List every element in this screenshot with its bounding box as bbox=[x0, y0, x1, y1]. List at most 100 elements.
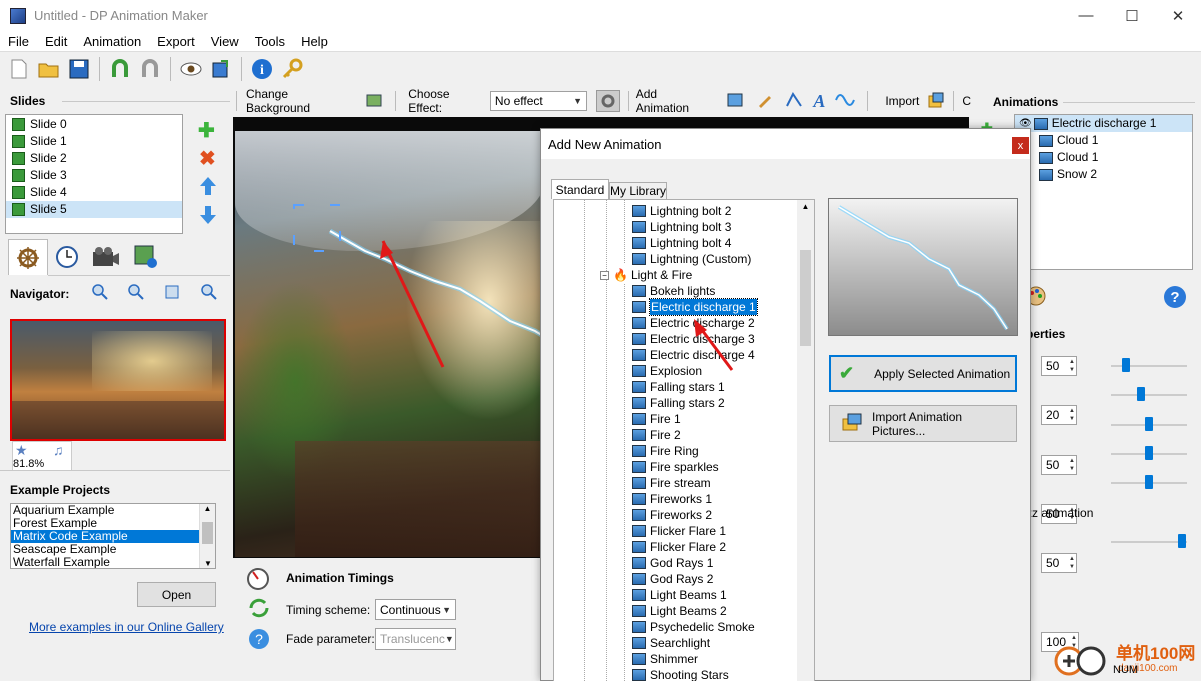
zoom-out-icon[interactable] bbox=[128, 284, 144, 303]
animation-item[interactable]: Snow 2 bbox=[1015, 166, 1192, 183]
slide-item[interactable]: Slide 0 bbox=[6, 116, 182, 133]
brush-icon[interactable] bbox=[757, 92, 773, 111]
slide-item-selected[interactable]: Slide 5 bbox=[6, 201, 182, 218]
delete-slide-icon[interactable]: ✖ bbox=[199, 146, 216, 171]
export-icon[interactable] bbox=[208, 56, 234, 82]
tree-item[interactable]: Fire sparkles bbox=[632, 459, 757, 475]
tree-item[interactable]: Fire 1 bbox=[632, 411, 757, 427]
tree-item[interactable]: Bokeh lights bbox=[632, 283, 757, 299]
slider-thumb[interactable] bbox=[1122, 358, 1130, 372]
tree-item[interactable]: Flicker Flare 1 bbox=[632, 523, 757, 539]
info-icon[interactable]: i bbox=[249, 56, 275, 82]
menu-file[interactable]: File bbox=[0, 34, 37, 49]
tree-category-light-fire[interactable]: − 🔥 Light & Fire bbox=[600, 267, 692, 283]
scroll-thumb[interactable] bbox=[800, 250, 811, 346]
property-value-field[interactable]: 50 ▲ ▼ bbox=[1041, 553, 1077, 573]
slide-item[interactable]: Slide 1 bbox=[6, 133, 182, 150]
tree-item[interactable]: Psychedelic Smoke bbox=[632, 619, 757, 635]
move-up-icon[interactable] bbox=[199, 176, 217, 199]
tree-item[interactable]: Lightning bolt 3 bbox=[632, 219, 751, 235]
preview-eye-icon[interactable] bbox=[178, 56, 204, 82]
save-icon[interactable] bbox=[66, 56, 92, 82]
image-info-icon[interactable] bbox=[134, 245, 158, 272]
tree-item[interactable]: Explosion bbox=[632, 363, 757, 379]
slider-thumb[interactable] bbox=[1145, 446, 1153, 460]
import-icon[interactable] bbox=[928, 92, 944, 111]
add-slide-icon[interactable]: ✚ bbox=[198, 118, 215, 143]
scroll-up-icon[interactable]: ▲ bbox=[797, 202, 814, 211]
tree-item[interactable]: Fire 2 bbox=[632, 427, 757, 443]
apply-selected-animation-button[interactable]: ✔ Apply Selected Animation bbox=[829, 355, 1017, 392]
property-value-field[interactable]: 50 ▲ ▼ bbox=[1041, 356, 1077, 376]
zoom-in-icon[interactable] bbox=[92, 284, 108, 303]
dialog-close-button[interactable]: x bbox=[1012, 137, 1029, 154]
path-tool-icon[interactable] bbox=[785, 91, 803, 111]
slider-thumb[interactable] bbox=[1145, 417, 1153, 431]
effect-select[interactable]: No effect ▼ bbox=[489, 91, 587, 111]
tree-item[interactable]: Fireworks 2 bbox=[632, 507, 757, 523]
change-background-icon[interactable] bbox=[366, 92, 382, 111]
tree-item[interactable]: Falling stars 2 bbox=[632, 395, 757, 411]
slide-item[interactable]: Slide 3 bbox=[6, 167, 182, 184]
animation-item[interactable]: Cloud 1 bbox=[1015, 149, 1192, 166]
tree-item[interactable]: Lightning bolt 4 bbox=[632, 235, 751, 251]
tree-item[interactable]: God Rays 1 bbox=[632, 555, 757, 571]
tree-item[interactable]: Fire stream bbox=[632, 475, 757, 491]
tree-item[interactable]: Fire Ring bbox=[632, 443, 757, 459]
menu-tools[interactable]: Tools bbox=[247, 34, 293, 49]
example-item[interactable]: Waterfall Example bbox=[11, 556, 215, 569]
tree-item[interactable]: Lightning bolt 2 bbox=[632, 203, 751, 219]
zoom-actual-icon[interactable] bbox=[201, 284, 217, 303]
key-icon[interactable] bbox=[279, 56, 305, 82]
canvas-image[interactable] bbox=[235, 131, 545, 557]
help-icon[interactable]: ? bbox=[248, 628, 270, 653]
slider-thumb[interactable] bbox=[1178, 534, 1186, 548]
menu-edit[interactable]: Edit bbox=[37, 34, 75, 49]
tab-standard[interactable]: Standard bbox=[551, 179, 609, 199]
property-value-field[interactable]: 50 ▲ ▼ bbox=[1041, 455, 1077, 475]
tree-item[interactable]: Light Beams 1 bbox=[632, 587, 757, 603]
timing-scheme-select[interactable]: Continuous ▼ bbox=[375, 599, 456, 620]
scroll-down-icon[interactable]: ▼ bbox=[200, 559, 215, 568]
tab-navigator[interactable] bbox=[8, 239, 48, 275]
spin-arrows-icon[interactable]: ▲ ▼ bbox=[1069, 555, 1075, 571]
animation-item-selected[interactable]: 👁 Electric discharge 1 bbox=[1015, 115, 1192, 132]
tree-item[interactable]: God Rays 2 bbox=[632, 571, 757, 587]
examples-scrollbar[interactable]: ▲ ▼ bbox=[199, 504, 215, 568]
minimize-button[interactable]: — bbox=[1063, 0, 1109, 31]
tree-item[interactable]: Shooting Stars bbox=[632, 667, 757, 681]
animation-item[interactable]: Cloud 1 bbox=[1015, 132, 1192, 149]
maximize-button[interactable]: ☐ bbox=[1109, 0, 1155, 31]
slide-item[interactable]: Slide 4 bbox=[6, 184, 182, 201]
close-button[interactable]: ✕ bbox=[1155, 0, 1201, 31]
property-slider[interactable] bbox=[1111, 541, 1187, 543]
tree-item[interactable]: Light Beams 2 bbox=[632, 603, 757, 619]
new-file-icon[interactable] bbox=[6, 56, 32, 82]
property-slider[interactable] bbox=[1111, 394, 1187, 396]
scroll-up-icon[interactable]: ▲ bbox=[200, 504, 215, 513]
tab-my-library[interactable]: My Library bbox=[609, 182, 667, 199]
properties-help-icon[interactable]: ? bbox=[1163, 285, 1187, 312]
fit-window-icon[interactable] bbox=[164, 284, 180, 303]
menu-animation[interactable]: Animation bbox=[75, 34, 149, 49]
tree-item-selected[interactable]: Electric discharge 1 bbox=[632, 298, 758, 316]
slide-item[interactable]: Slide 2 bbox=[6, 150, 182, 167]
animations-list[interactable]: 👁 Electric discharge 1 Cloud 1 Cloud 1 Sn… bbox=[1014, 114, 1193, 270]
collapse-icon[interactable]: − bbox=[600, 270, 609, 280]
property-value-field[interactable]: 20 ▲ ▼ bbox=[1041, 405, 1077, 425]
slider-thumb[interactable] bbox=[1137, 387, 1145, 401]
open-button[interactable]: Open bbox=[137, 582, 216, 607]
selection-box[interactable] bbox=[293, 204, 341, 252]
tree-item[interactable]: Electric discharge 4 bbox=[632, 347, 757, 363]
tree-item[interactable]: Searchlight bbox=[632, 635, 757, 651]
add-picture-animation-icon[interactable] bbox=[727, 93, 743, 110]
scroll-thumb[interactable] bbox=[202, 522, 213, 544]
import-label[interactable]: Import bbox=[885, 94, 919, 108]
menu-export[interactable]: Export bbox=[149, 34, 203, 49]
tree-item[interactable]: Flicker Flare 2 bbox=[632, 539, 757, 555]
spin-arrows-icon[interactable]: ▲ ▼ bbox=[1069, 407, 1075, 423]
undo-icon[interactable] bbox=[107, 56, 133, 82]
tree-item[interactable]: Electric discharge 3 bbox=[632, 331, 757, 347]
tree-item[interactable]: Lightning (Custom) bbox=[632, 251, 751, 267]
tree-scrollbar[interactable]: ▲ bbox=[797, 200, 814, 681]
